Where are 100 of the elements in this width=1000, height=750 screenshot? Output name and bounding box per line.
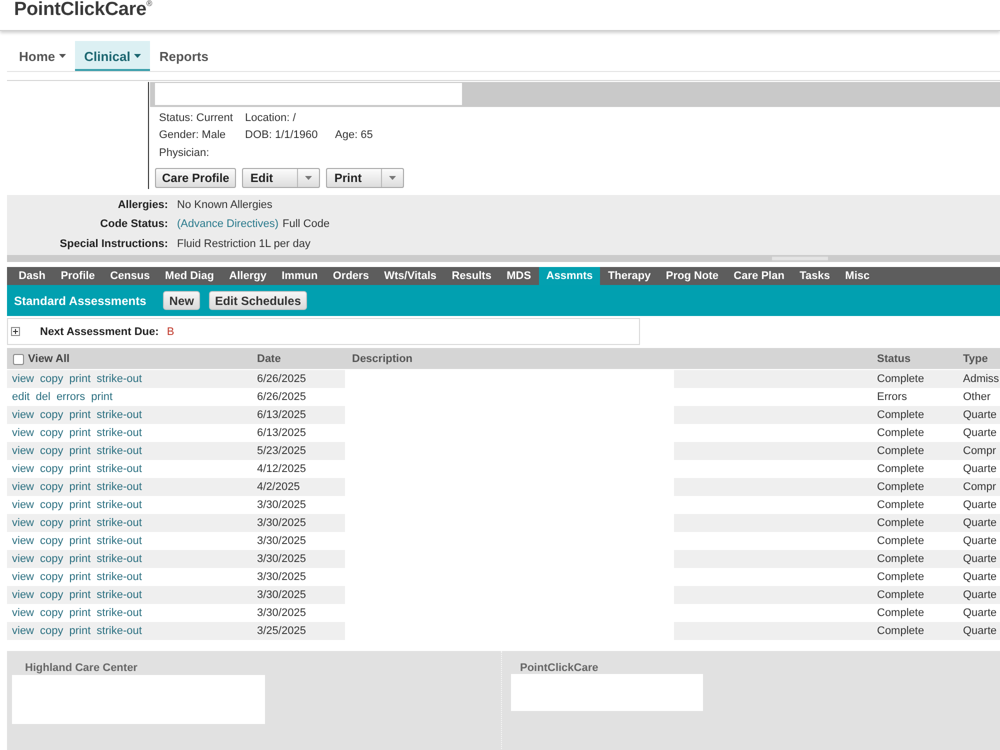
table-cell: Complete (877, 535, 924, 547)
action-link[interactable]: copy (40, 553, 64, 565)
action-link[interactable]: strike-out (96, 517, 142, 529)
action-link[interactable]: strike-out (96, 481, 142, 493)
action-link[interactable]: print (69, 373, 91, 385)
action-link[interactable]: print (69, 499, 91, 511)
action-link[interactable]: print (69, 625, 91, 637)
action-link[interactable]: view (12, 499, 34, 511)
column-header: Status (877, 353, 911, 365)
tab[interactable]: MDS (499, 267, 539, 285)
tab[interactable]: Med Diag (157, 267, 222, 285)
tab[interactable]: Prog Note (658, 267, 726, 285)
action-button[interactable]: Care Profile (155, 168, 236, 188)
column-header: Date (257, 353, 281, 365)
action-link[interactable]: del (36, 391, 50, 403)
action-link[interactable]: copy (40, 499, 64, 511)
action-link[interactable]: print (69, 607, 91, 619)
action-link[interactable]: print (69, 427, 91, 439)
action-link[interactable]: view (12, 481, 34, 493)
action-link[interactable]: view (12, 625, 34, 637)
action-link[interactable]: print (69, 517, 91, 529)
action-link[interactable]: strike-out (96, 499, 142, 511)
table-cell: Complete (877, 571, 924, 583)
action-link[interactable]: strike-out (96, 427, 142, 439)
nav-menu-item[interactable]: Reports (150, 41, 218, 71)
dropdown-button[interactable]: Edit (242, 168, 320, 188)
table-cell: Compr (963, 445, 996, 457)
tab[interactable]: Therapy (600, 267, 658, 285)
action-link[interactable]: strike-out (96, 571, 142, 583)
action-link[interactable]: copy (40, 427, 64, 439)
action-link[interactable]: print (69, 589, 91, 601)
action-link[interactable]: copy (40, 517, 64, 529)
action-link[interactable]: copy (40, 607, 64, 619)
checkbox[interactable] (13, 354, 24, 364)
action-link[interactable]: print (69, 571, 91, 583)
action-link[interactable]: view (12, 553, 34, 565)
action-link[interactable]: view (12, 373, 34, 385)
action-link[interactable]: strike-out (96, 625, 142, 637)
action-link[interactable]: copy (40, 535, 64, 547)
tab[interactable]: Tasks (792, 267, 838, 285)
table-cell: Quarte (963, 607, 997, 619)
checkbox-label[interactable]: View All (28, 353, 70, 365)
action-link[interactable]: copy (40, 463, 64, 475)
tab[interactable]: Assmnts (538, 267, 600, 285)
tab[interactable]: Orders (325, 267, 377, 285)
action-link[interactable]: strike-out (96, 463, 142, 475)
field-value: No Known Allergies (177, 198, 272, 211)
action-link[interactable]: print (69, 553, 91, 565)
tab[interactable]: Dash (11, 267, 54, 285)
action-link[interactable]: view (12, 427, 34, 439)
tab[interactable]: Care Plan (726, 267, 792, 285)
tab[interactable]: Immun (274, 267, 326, 285)
action-link[interactable]: copy (40, 625, 64, 637)
action-link[interactable]: copy (40, 445, 64, 457)
nav-menu-item[interactable]: Home (10, 41, 76, 71)
action-link[interactable]: strike-out (96, 445, 142, 457)
patient-info-text: Gender: Male (159, 129, 226, 142)
action-link[interactable]: view (12, 571, 34, 583)
action-link[interactable]: view (12, 517, 34, 529)
patient-info-text: Physician: (159, 146, 210, 159)
toolbar-button[interactable]: New (163, 291, 200, 310)
tab[interactable]: Allergy (222, 267, 274, 285)
action-link[interactable]: view (12, 607, 34, 619)
action-link[interactable]: view (12, 445, 34, 457)
action-link[interactable]: print (69, 481, 91, 493)
tab[interactable]: Results (444, 267, 500, 285)
action-link[interactable]: print (69, 463, 91, 475)
action-link[interactable]: copy (40, 571, 64, 583)
action-link[interactable]: copy (40, 373, 64, 385)
tab[interactable]: Misc (838, 267, 878, 285)
table-cell: Quarte (963, 535, 997, 547)
dropdown-button[interactable]: Print (326, 168, 404, 188)
action-link[interactable]: strike-out (96, 607, 142, 619)
resize-handle[interactable] (772, 256, 828, 261)
action-link[interactable]: strike-out (96, 373, 142, 385)
action-link[interactable]: copy (40, 589, 64, 601)
table-cell: Compr (963, 481, 996, 493)
action-link[interactable]: edit (12, 391, 30, 403)
expand-icon[interactable] (11, 327, 20, 336)
action-link[interactable]: strike-out (96, 409, 142, 421)
action-link[interactable]: copy (40, 481, 64, 493)
action-link[interactable]: errors (56, 391, 86, 403)
action-link[interactable]: copy (40, 409, 64, 421)
action-link[interactable]: strike-out (96, 589, 142, 601)
nav-menu-item[interactable]: Clinical (75, 41, 150, 71)
action-link[interactable]: print (69, 445, 91, 457)
action-link[interactable]: print (69, 535, 91, 547)
action-link[interactable]: strike-out (96, 553, 142, 565)
action-link[interactable]: print (69, 409, 91, 421)
action-link[interactable]: view (12, 535, 34, 547)
action-link[interactable]: view (12, 589, 34, 601)
tab[interactable]: Census (102, 267, 158, 285)
action-link[interactable]: strike-out (96, 535, 142, 547)
tab[interactable]: Wts/Vitals (376, 267, 444, 285)
action-link[interactable]: print (91, 391, 113, 403)
action-link[interactable]: view (12, 463, 34, 475)
toolbar-button[interactable]: Edit Schedules (208, 291, 307, 310)
action-link[interactable]: view (12, 409, 34, 421)
directive-link[interactable]: (Advance Directives) (177, 218, 278, 230)
tab[interactable]: Profile (53, 267, 103, 285)
